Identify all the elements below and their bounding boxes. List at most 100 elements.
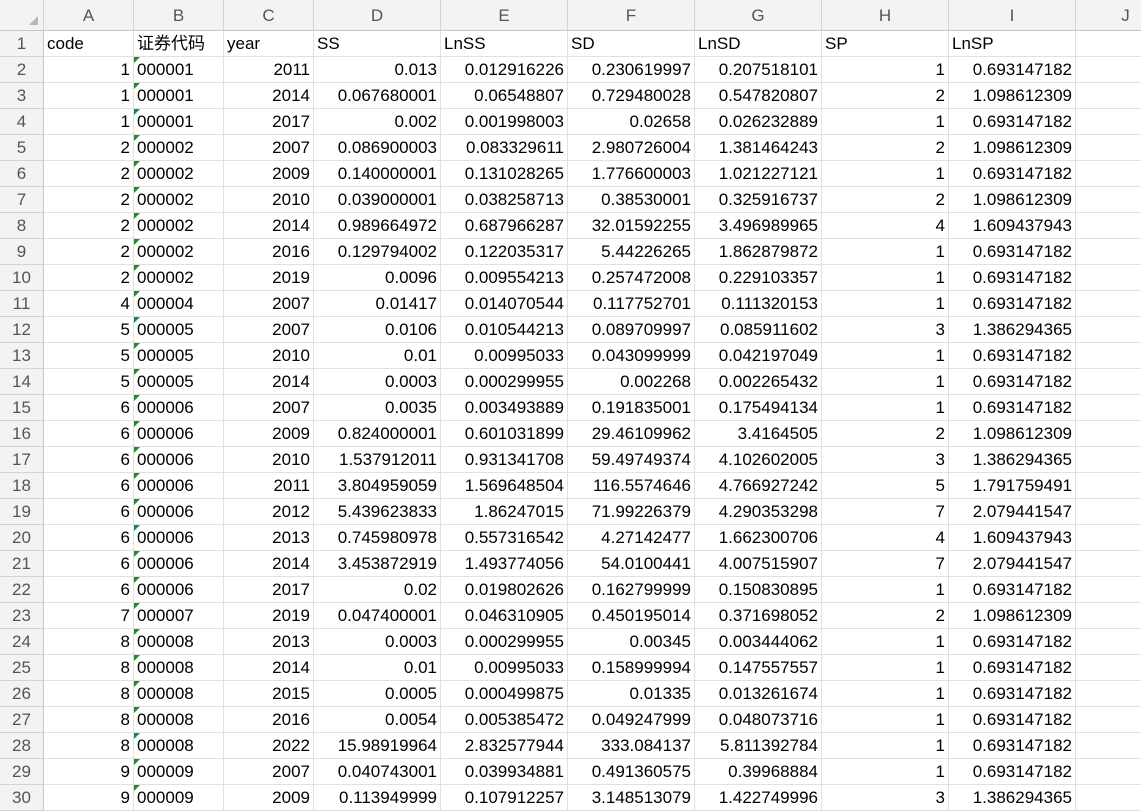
table-cell[interactable]: 5 (822, 473, 949, 499)
table-cell[interactable]: 6 (44, 577, 134, 603)
table-cell[interactable]: 0.129794002 (314, 239, 441, 265)
table-cell[interactable]: 59.49749374 (568, 447, 695, 473)
table-cell[interactable]: 0.01335 (568, 681, 695, 707)
table-cell[interactable]: 0.693147182 (949, 733, 1076, 759)
table-cell[interactable]: 1.021227121 (695, 161, 822, 187)
table-cell[interactable]: 2 (44, 135, 134, 161)
table-cell[interactable]: 3.453872919 (314, 551, 441, 577)
row-number[interactable]: 18 (0, 473, 44, 499)
table-cell[interactable]: 000009 (134, 785, 224, 811)
table-cell[interactable]: 0.693147182 (949, 759, 1076, 785)
table-cell[interactable]: 0.000299955 (441, 629, 568, 655)
table-cell[interactable]: 2009 (224, 421, 314, 447)
table-cell[interactable]: 1 (822, 733, 949, 759)
table-cell[interactable]: 0.38530001 (568, 187, 695, 213)
table-cell[interactable]: 2 (822, 603, 949, 629)
table-cell[interactable]: 0.693147182 (949, 109, 1076, 135)
table-cell[interactable]: 000002 (134, 187, 224, 213)
column-title-cell[interactable]: SD (568, 31, 695, 57)
table-cell[interactable]: 8 (44, 629, 134, 655)
table-cell[interactable]: 6 (44, 395, 134, 421)
table-cell[interactable]: 000005 (134, 317, 224, 343)
table-cell[interactable] (1076, 317, 1141, 343)
table-cell[interactable]: 3.496989965 (695, 213, 822, 239)
table-cell[interactable]: 1.537912011 (314, 447, 441, 473)
table-cell[interactable]: 7 (44, 603, 134, 629)
row-number[interactable]: 5 (0, 135, 44, 161)
column-header-b[interactable]: B (134, 0, 224, 31)
table-cell[interactable]: 3 (822, 447, 949, 473)
column-header-i[interactable]: I (949, 0, 1076, 31)
table-cell[interactable]: 0.122035317 (441, 239, 568, 265)
table-cell[interactable]: 0.003444062 (695, 629, 822, 655)
table-cell[interactable]: 2007 (224, 759, 314, 785)
table-cell[interactable]: 9 (44, 785, 134, 811)
table-cell[interactable] (1076, 551, 1141, 577)
column-header-a[interactable]: A (44, 0, 134, 31)
table-cell[interactable]: 5 (44, 317, 134, 343)
table-cell[interactable]: 2017 (224, 109, 314, 135)
table-cell[interactable]: 0.230619997 (568, 57, 695, 83)
table-cell[interactable]: 2 (44, 213, 134, 239)
table-cell[interactable] (1076, 395, 1141, 421)
table-cell[interactable]: 000001 (134, 57, 224, 83)
row-number[interactable]: 6 (0, 161, 44, 187)
table-cell[interactable]: 2009 (224, 161, 314, 187)
table-cell[interactable]: 2014 (224, 369, 314, 395)
table-cell[interactable]: 4 (822, 525, 949, 551)
table-cell[interactable]: 0.06548807 (441, 83, 568, 109)
table-cell[interactable]: 000008 (134, 629, 224, 655)
table-cell[interactable]: 000006 (134, 447, 224, 473)
table-cell[interactable]: 0.012916226 (441, 57, 568, 83)
table-cell[interactable]: 2011 (224, 473, 314, 499)
table-cell[interactable]: 3.804959059 (314, 473, 441, 499)
table-cell[interactable]: 1 (822, 265, 949, 291)
column-header-c[interactable]: C (224, 0, 314, 31)
table-cell[interactable] (1076, 473, 1141, 499)
table-cell[interactable]: 1.381464243 (695, 135, 822, 161)
table-cell[interactable]: 0.693147182 (949, 57, 1076, 83)
table-cell[interactable]: 7 (822, 551, 949, 577)
table-cell[interactable]: 0.048073716 (695, 707, 822, 733)
table-cell[interactable]: 71.99226379 (568, 499, 695, 525)
table-cell[interactable]: 0.067680001 (314, 83, 441, 109)
table-cell[interactable]: 2 (822, 187, 949, 213)
table-cell[interactable]: 1.776600003 (568, 161, 695, 187)
table-cell[interactable]: 1.86247015 (441, 499, 568, 525)
table-cell[interactable]: 000006 (134, 499, 224, 525)
row-number[interactable]: 11 (0, 291, 44, 317)
table-cell[interactable]: 0.046310905 (441, 603, 568, 629)
column-title-cell[interactable]: SS (314, 31, 441, 57)
row-number[interactable]: 4 (0, 109, 44, 135)
table-cell[interactable]: 0.693147182 (949, 681, 1076, 707)
table-cell[interactable]: 2007 (224, 135, 314, 161)
select-all-corner[interactable] (0, 0, 44, 31)
table-cell[interactable]: 0.229103357 (695, 265, 822, 291)
column-title-cell[interactable]: LnSS (441, 31, 568, 57)
table-cell[interactable]: 000002 (134, 265, 224, 291)
table-cell[interactable]: 0.0003 (314, 369, 441, 395)
table-cell[interactable]: 0.0106 (314, 317, 441, 343)
column-header-e[interactable]: E (441, 0, 568, 31)
table-cell[interactable]: 1 (822, 629, 949, 655)
table-cell[interactable]: 1.098612309 (949, 135, 1076, 161)
table-cell[interactable]: 0.147557557 (695, 655, 822, 681)
table-cell[interactable]: 3 (822, 317, 949, 343)
table-cell[interactable] (1076, 369, 1141, 395)
table-cell[interactable]: 0.989664972 (314, 213, 441, 239)
table-cell[interactable] (1076, 447, 1141, 473)
table-cell[interactable]: 2 (44, 265, 134, 291)
table-cell[interactable] (1076, 655, 1141, 681)
table-cell[interactable]: 0.557316542 (441, 525, 568, 551)
column-title-cell[interactable]: LnSP (949, 31, 1076, 57)
table-cell[interactable]: 0.083329611 (441, 135, 568, 161)
table-cell[interactable] (1076, 707, 1141, 733)
row-number[interactable]: 1 (0, 31, 44, 57)
table-cell[interactable] (1076, 83, 1141, 109)
table-cell[interactable]: 000006 (134, 473, 224, 499)
table-cell[interactable]: 000008 (134, 681, 224, 707)
table-cell[interactable] (1076, 291, 1141, 317)
table-cell[interactable]: 0.02658 (568, 109, 695, 135)
table-cell[interactable]: 0.450195014 (568, 603, 695, 629)
table-cell[interactable]: 0.00995033 (441, 343, 568, 369)
